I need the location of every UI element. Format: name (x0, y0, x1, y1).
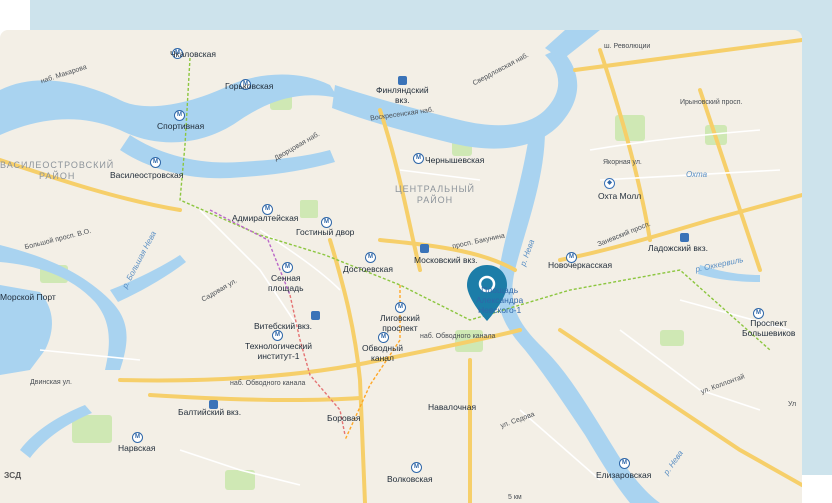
district-label: ЦЕНТРАЛЬНЫЙ РАЙОН (395, 184, 476, 205)
metro-icon: М (174, 110, 185, 121)
metro-icon: М (150, 157, 161, 168)
rail-station-icon (311, 311, 320, 320)
place-label[interactable]: Охта Молл (598, 191, 641, 201)
station-label[interactable]: Адмиралтейская (232, 213, 298, 223)
rail-station-label[interactable]: Ладожский вкз. (648, 243, 708, 253)
station-label[interactable]: Нарвская (118, 443, 156, 453)
station-label[interactable]: Спортивная (157, 121, 204, 131)
map-canvas[interactable]: ВАСИЛЕОСТРОВСКИЙ РАЙОН ЦЕНТРАЛЬНЫЙ РАЙОН… (0, 30, 802, 503)
metro-icon: М (132, 432, 143, 443)
metro-icon: М (411, 462, 422, 473)
pin-place-label[interactable]: Площадь Александра Невского-1 (476, 285, 523, 315)
rail-station-label[interactable]: Финляндский вкз. (376, 85, 429, 105)
metro-icon: М (272, 330, 283, 341)
place-label[interactable]: Навалочная (428, 402, 476, 412)
station-label[interactable]: Технологический институт-1 (245, 341, 312, 361)
place-label[interactable]: Морской Порт (0, 292, 56, 302)
street-label: наб. Обводного канала (230, 380, 306, 387)
road-code-label: ЗСД (4, 470, 22, 480)
street-label: Ул (788, 401, 797, 408)
river-label: Охта (686, 170, 708, 179)
street-label: наб. Обводного канала (420, 333, 496, 340)
metro-icon: М (619, 458, 630, 469)
station-label[interactable]: Проспект Большевиков (742, 318, 795, 338)
district-label: ВАСИЛЕОСТРОВСКИЙ РАЙОН (0, 160, 115, 181)
shopping-icon: ◆ (604, 178, 615, 189)
place-label[interactable]: Боровая (327, 413, 361, 423)
street-label: Двинская ул. (30, 379, 72, 386)
station-label[interactable]: Гостиный двор (296, 227, 354, 237)
station-label[interactable]: Василеостровская (110, 170, 183, 180)
metro-icon: М (365, 252, 376, 263)
station-label[interactable]: Достоевская (343, 264, 393, 274)
street-label: ш. Революции (604, 43, 651, 50)
station-label[interactable]: Елизаровская (596, 470, 651, 480)
station-label[interactable]: Обводный канал (362, 343, 403, 363)
street-label: Ирыновский просп. (680, 99, 743, 106)
station-label[interactable]: Горьковская (225, 81, 273, 91)
station-label[interactable]: Чернышевская (413, 155, 484, 165)
station-label[interactable]: Волковская (387, 474, 433, 484)
station-label[interactable]: Чкаловская (170, 49, 216, 59)
rail-station-icon (398, 76, 407, 85)
rail-station-label[interactable]: Витебский вкз. (254, 321, 312, 331)
rail-station-icon (420, 244, 429, 253)
scale-label: 5 км (508, 494, 522, 501)
station-label[interactable]: Сенная площадь (268, 273, 304, 293)
metro-icon: М (395, 302, 406, 313)
rail-station-label[interactable]: Балтийский вкз. (178, 407, 241, 417)
station-label[interactable]: Новочеркасская (548, 260, 612, 270)
rail-station-icon (680, 233, 689, 242)
metro-icon: М (378, 332, 389, 343)
station-label[interactable]: Лиговский проспект (380, 313, 420, 333)
street-label: Якорная ул. (603, 159, 642, 166)
metro-icon: М (282, 262, 293, 273)
